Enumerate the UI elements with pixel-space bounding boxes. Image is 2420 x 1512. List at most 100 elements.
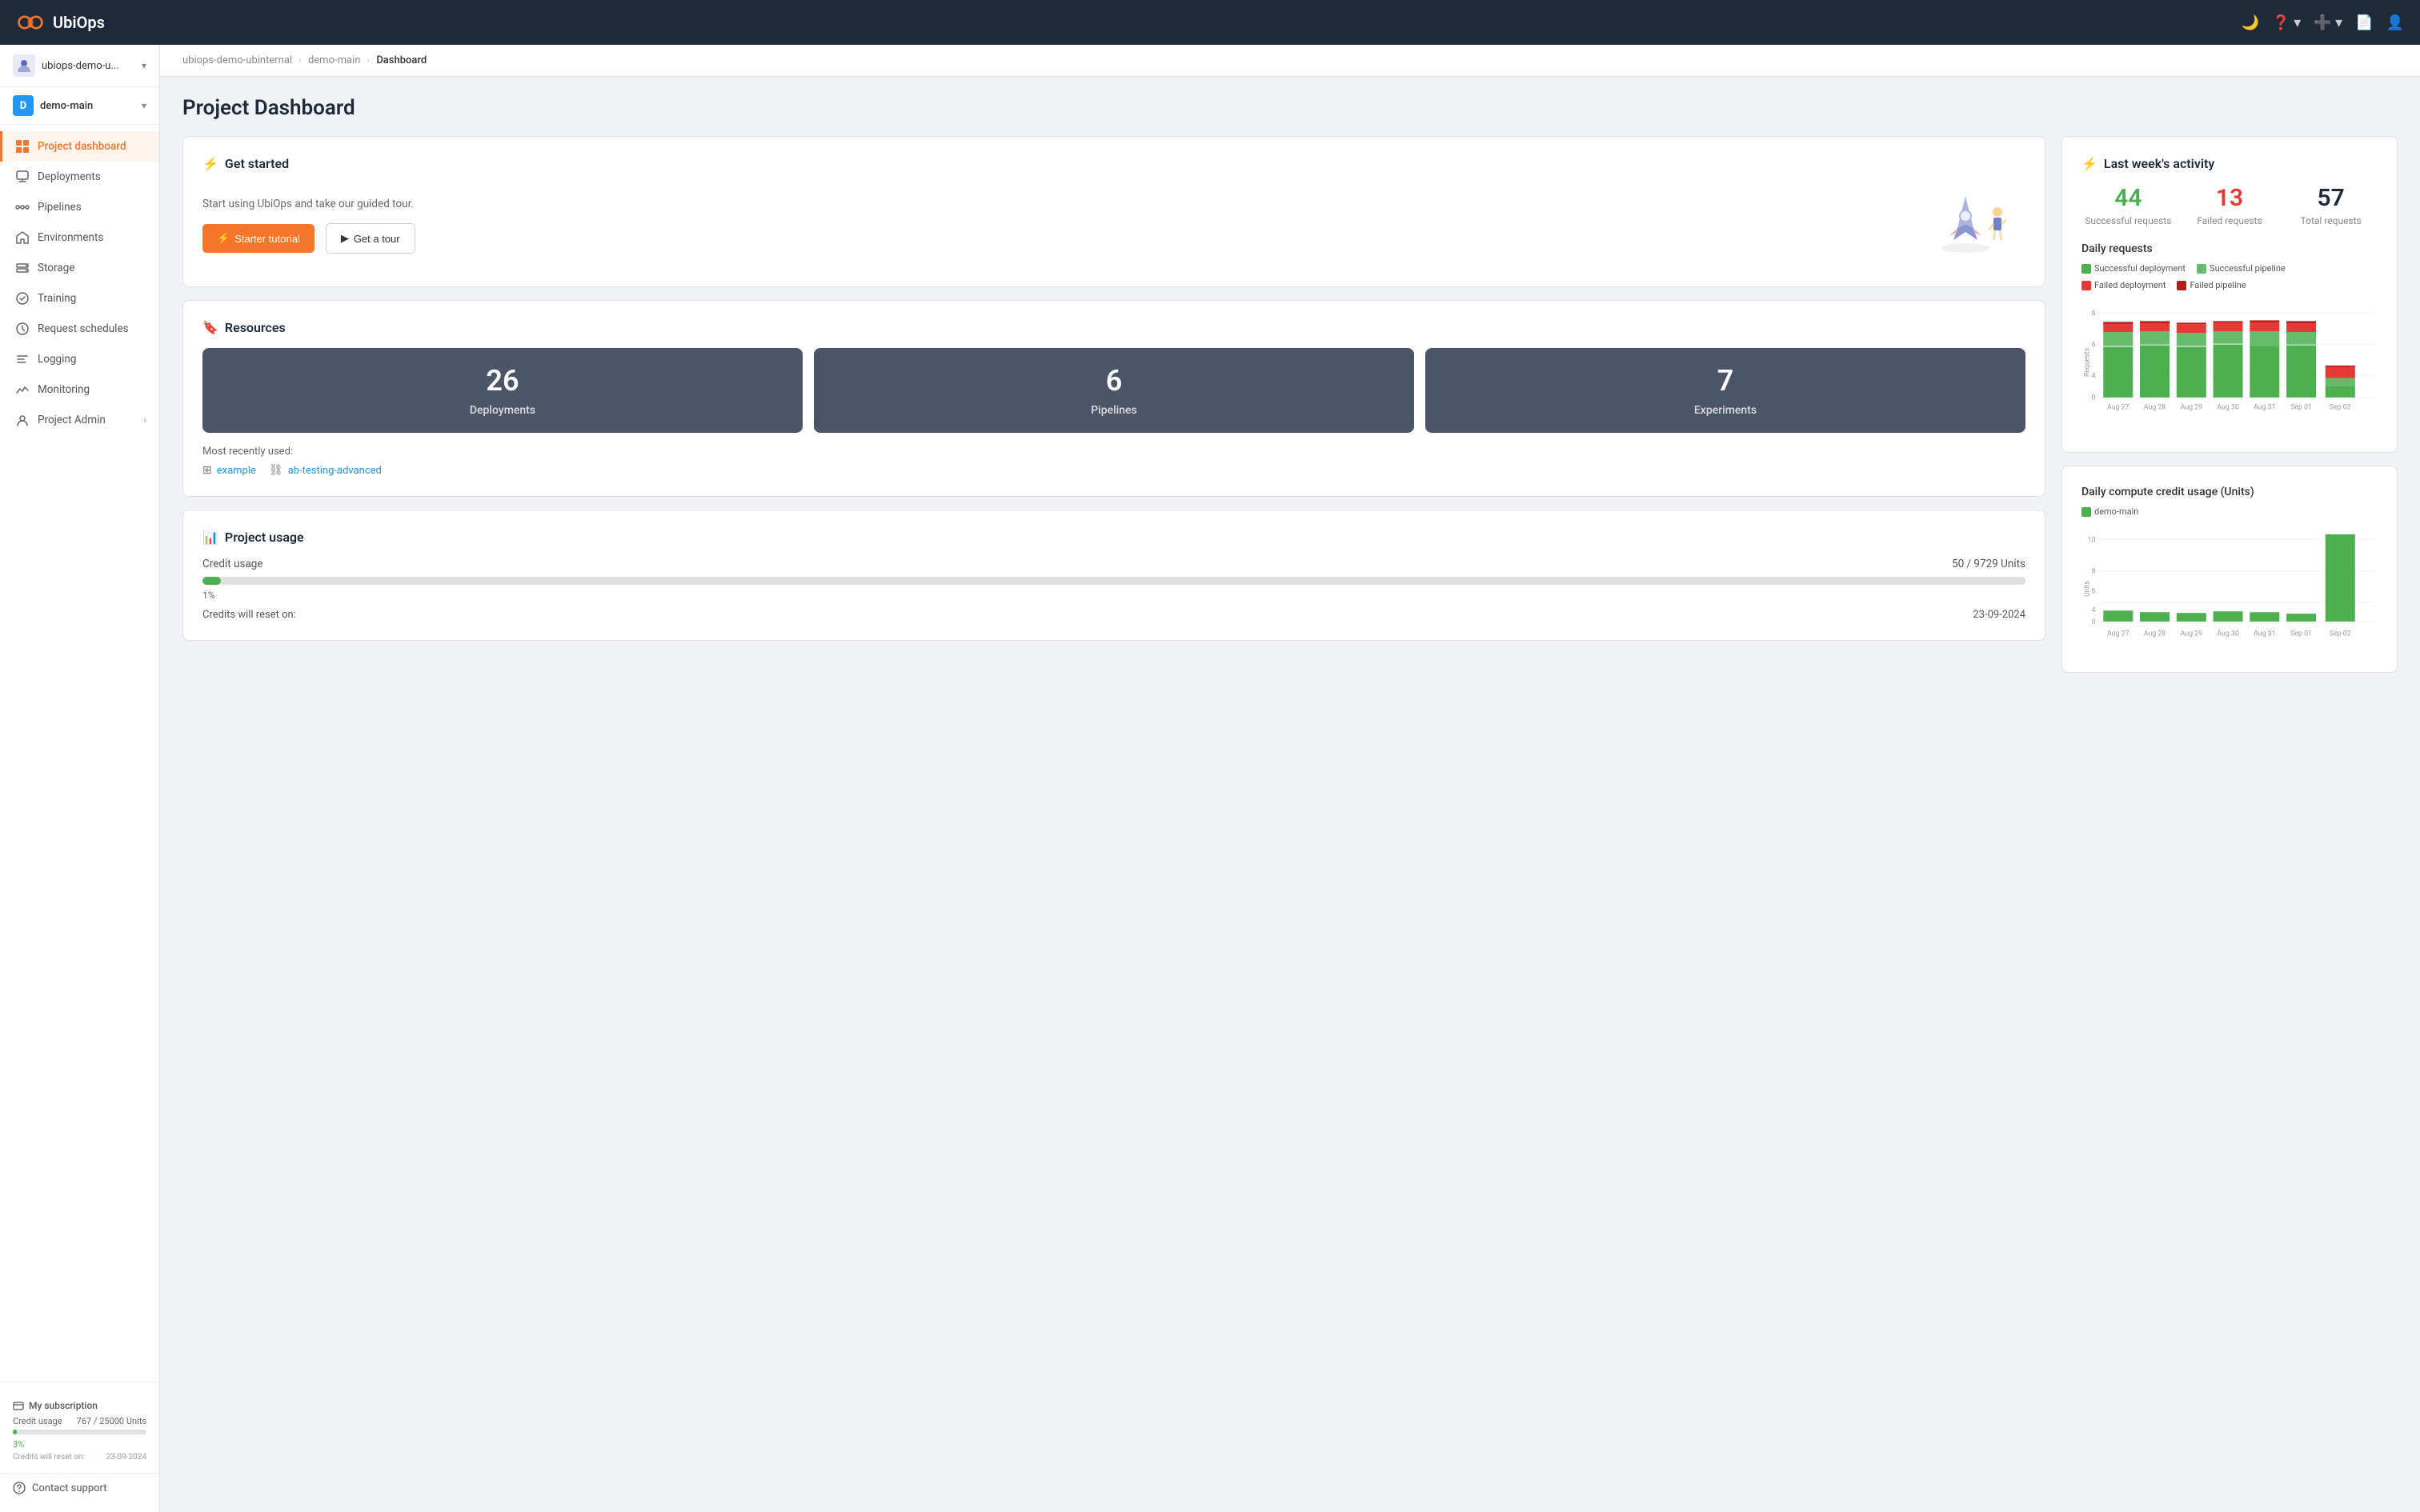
resource-card-experiments[interactable]: 7 Experiments xyxy=(1425,348,2025,433)
svg-text:Sep 01: Sep 01 xyxy=(2290,630,2312,638)
sidebar-item-storage[interactable]: Storage xyxy=(0,253,159,283)
usage-reset-label: Credits will reset on: xyxy=(202,609,296,621)
project-selector[interactable]: D demo-main ▾ xyxy=(0,87,159,125)
sidebar-item-environments[interactable]: Environments xyxy=(0,222,159,253)
breadcrumb-project[interactable]: demo-main xyxy=(308,54,360,66)
svg-text:Aug 30: Aug 30 xyxy=(2217,403,2238,411)
usage-credit-value: 50 / 9729 Units xyxy=(1952,558,2025,570)
resources-title: 🔖 Resources xyxy=(202,320,2025,335)
get-a-tour-btn[interactable]: ▶ Get a tour xyxy=(326,223,415,254)
stat-failed: 13 Failed requests xyxy=(2183,184,2277,226)
deployment-link-icon: ⊞ xyxy=(202,464,212,477)
sidebar-label-project-dashboard: Project dashboard xyxy=(38,140,126,153)
legend-successful-dep: Successful deployment xyxy=(2081,263,2186,274)
sidebar-item-request-schedules[interactable]: Request schedules xyxy=(0,314,159,344)
bc-sep-2: › xyxy=(367,54,370,66)
project-chevron-icon: ▾ xyxy=(142,100,146,111)
theme-toggle-btn[interactable]: 🌙 xyxy=(2242,14,2259,31)
usage-bar xyxy=(202,577,2025,585)
sidebar-item-project-admin[interactable]: Project Admin › xyxy=(0,405,159,435)
sidebar-label-pipelines: Pipelines xyxy=(38,201,82,214)
project-admin-chevron-icon: › xyxy=(143,414,146,426)
svg-text:6: 6 xyxy=(2092,587,2096,595)
help-btn[interactable]: ❓ ▾ xyxy=(2272,14,2301,31)
btn-play-icon: ▶ xyxy=(341,232,349,245)
get-a-tour-label: Get a tour xyxy=(354,233,400,245)
sidebar-label-request-schedules: Request schedules xyxy=(38,322,129,335)
stat-num-successful: 44 xyxy=(2081,184,2175,212)
sidebar: ubiops-demo-u... ▾ D demo-main ▾ Project… xyxy=(0,45,160,1512)
recent-link-ab-testing[interactable]: ⛓ ab-testing-advanced xyxy=(269,464,382,477)
sidebar-item-deployments[interactable]: Deployments xyxy=(0,162,159,192)
legend-label-fail-dep: Failed deployment xyxy=(2094,280,2166,290)
sidebar-item-monitoring[interactable]: Monitoring xyxy=(0,374,159,405)
usage-credit-label: Credit usage xyxy=(202,558,263,570)
contact-support-btn[interactable]: Contact support xyxy=(0,1473,159,1502)
resource-num-experiments: 7 xyxy=(1441,364,2009,398)
breadcrumb-org[interactable]: ubiops-demo-ubinternal xyxy=(182,54,292,66)
credit-usage-label: Credit usage xyxy=(13,1416,62,1426)
starter-tutorial-label: Starter tutorial xyxy=(234,233,300,245)
resource-card-deployments[interactable]: 26 Deployments xyxy=(202,348,803,433)
project-name: demo-main xyxy=(40,100,93,112)
svg-text:Requests: Requests xyxy=(2084,347,2092,377)
svg-text:Aug 29: Aug 29 xyxy=(2181,403,2202,411)
resource-card-pipelines[interactable]: 6 Pipelines xyxy=(814,348,1414,433)
svg-text:Aug 30: Aug 30 xyxy=(2217,630,2238,638)
recent-link-example-label: example xyxy=(217,465,256,477)
resource-cards: 26 Deployments 6 Pipelines 7 Experiments xyxy=(202,348,2025,433)
sidebar-label-deployments: Deployments xyxy=(38,170,101,183)
daily-requests-svg: 8 6 4 0 Requests xyxy=(2081,298,2378,426)
activity-title: ⚡ Last week's activity xyxy=(2081,156,2378,171)
credit-bar-fill xyxy=(13,1430,17,1434)
legend-label-suc-dep: Successful deployment xyxy=(2094,263,2186,274)
resource-label-experiments: Experiments xyxy=(1441,404,2009,417)
svg-text:4: 4 xyxy=(2092,372,2096,380)
activity-stats: 44 Successful requests 13 Failed request… xyxy=(2081,184,2378,226)
user-btn[interactable]: 👤 xyxy=(2386,14,2404,31)
svg-text:Aug 29: Aug 29 xyxy=(2181,630,2202,638)
compute-chart-svg: 10 8 6 4 0 Units xyxy=(2081,525,2378,653)
resource-label-deployments: Deployments xyxy=(218,404,787,417)
compute-legend: demo-main xyxy=(2081,506,2378,517)
starter-tutorial-btn[interactable]: ⚡ Starter tutorial xyxy=(202,224,315,253)
main-content: ubiops-demo-ubinternal › demo-main › Das… xyxy=(160,45,2420,1512)
svg-text:0: 0 xyxy=(2092,618,2096,626)
activity-icon: ⚡ xyxy=(2081,156,2097,171)
sidebar-label-logging: Logging xyxy=(38,353,76,366)
most-recent-label: Most recently used: xyxy=(202,446,2025,458)
breadcrumb-current: Dashboard xyxy=(376,54,427,66)
legend-failed-dep: Failed deployment xyxy=(2081,280,2166,290)
legend-label-demo-main: demo-main xyxy=(2094,506,2138,517)
get-started-desc: Start using UbiOps and take our guided t… xyxy=(202,198,1921,210)
docs-btn[interactable]: 📄 xyxy=(2355,14,2373,31)
add-btn[interactable]: ➕ ▾ xyxy=(2314,14,2342,31)
usage-pct: 1% xyxy=(202,590,2025,601)
credit-usage-value: 767 / 25000 Units xyxy=(77,1416,146,1426)
svg-text:6: 6 xyxy=(2092,342,2096,350)
sidebar-item-pipelines[interactable]: Pipelines xyxy=(0,192,159,222)
chart-legend: Successful deployment Successful pipelin… xyxy=(2081,263,2378,290)
svg-text:Aug 28: Aug 28 xyxy=(2144,403,2166,411)
recent-link-example[interactable]: ⊞ example xyxy=(202,464,256,477)
chart-icon: 📊 xyxy=(202,530,218,545)
stat-label-failed: Failed requests xyxy=(2183,215,2277,226)
sidebar-item-training[interactable]: Training xyxy=(0,283,159,314)
sidebar-item-project-dashboard[interactable]: Project dashboard xyxy=(0,131,159,162)
svg-text:0: 0 xyxy=(2092,394,2096,402)
legend-demo-main: demo-main xyxy=(2081,506,2138,517)
stat-label-total: Total requests xyxy=(2284,215,2378,226)
credit-reset-label: Credits will reset on: xyxy=(13,1453,85,1462)
resource-label-pipelines: Pipelines xyxy=(830,404,1398,417)
sidebar-label-environments: Environments xyxy=(38,231,103,244)
svg-text:Aug 27: Aug 27 xyxy=(2107,403,2129,411)
sidebar-item-logging[interactable]: Logging xyxy=(0,344,159,374)
resource-num-pipelines: 6 xyxy=(830,364,1398,398)
daily-requests-title: Daily requests xyxy=(2081,242,2378,255)
org-selector[interactable]: ubiops-demo-u... ▾ xyxy=(0,45,159,87)
stat-num-total: 57 xyxy=(2284,184,2378,212)
svg-text:8: 8 xyxy=(2092,310,2096,318)
legend-failed-pipe: Failed pipeline xyxy=(2177,280,2246,290)
sidebar-label-project-admin: Project Admin xyxy=(38,414,106,426)
page-title: Project Dashboard xyxy=(182,96,2398,120)
